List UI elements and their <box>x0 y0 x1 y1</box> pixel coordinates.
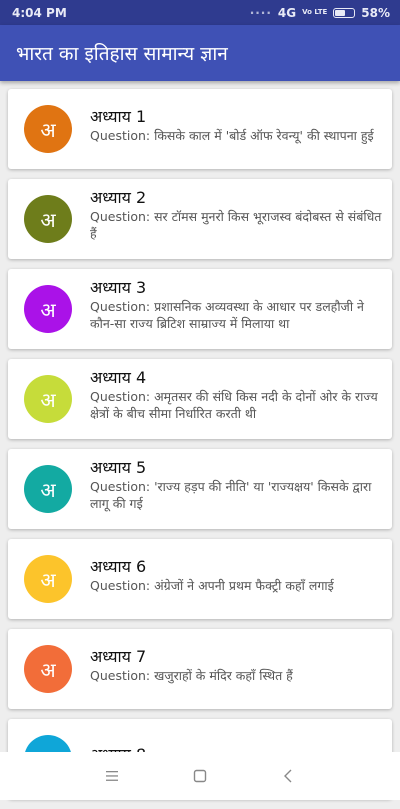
back-nav-icon[interactable] <box>279 767 297 785</box>
chapter-text: अध्याय 1 Question: किसके काल में 'बोर्ड ऑ… <box>90 107 384 144</box>
chapter-title: अध्याय 1 <box>90 106 147 126</box>
chapter-title: अध्याय 2 <box>90 188 147 207</box>
battery-level-fill <box>335 9 345 16</box>
chapter-title: अध्याय 3 <box>90 278 147 297</box>
home-nav-icon[interactable] <box>191 767 209 785</box>
chapter-question: Question: अंग्रेजों ने अपनी प्रथम फैक्ट्… <box>90 577 334 593</box>
app-bar: भारत का इतिहास सामान्य ज्ञान <box>0 25 400 81</box>
chapter-text: अध्याय 5 Question: 'राज्य हड़प की नीति' य… <box>90 458 384 512</box>
network-type: 4G <box>277 5 297 20</box>
chapter-avatar: अ <box>24 645 72 693</box>
volte-icon: Vo LTE <box>302 8 328 16</box>
chapter-question: Question: सर टॉमस मुनरो किस भूराजस्व बंद… <box>90 209 382 241</box>
chapter-avatar: अ <box>24 555 72 603</box>
chapter-card[interactable]: अ अध्याय 3 Question: प्रशासनिक अव्यवस्था क… <box>8 269 392 349</box>
chapter-avatar: अ <box>24 105 72 153</box>
chapter-question: Question: अमृतसर की संधि किस नदी के दोनो… <box>90 389 378 421</box>
chapter-text: अध्याय 2 Question: सर टॉमस मुनरो किस भूरा… <box>90 188 384 242</box>
chapter-title: अध्याय 5 <box>90 458 147 477</box>
menu-nav-icon[interactable] <box>103 767 121 785</box>
chapter-question: Question: किसके काल में 'बोर्ड ऑफ रेवन्य… <box>90 127 374 143</box>
status-time: 4:04 PM <box>12 5 67 20</box>
battery-percent: 58% <box>361 5 390 20</box>
chapter-text: अध्याय 7 Question: खजुराहों के मंदिर कहाँ… <box>90 647 384 684</box>
chapter-card[interactable]: अ अध्याय 1 Question: किसके काल में 'बोर्ड … <box>8 89 392 169</box>
chapter-title: अध्याय 4 <box>90 368 147 387</box>
chapter-question: Question: 'राज्य हड़प की नीति' या 'राज्य… <box>90 479 372 511</box>
chapter-card[interactable]: अ अध्याय 5 Question: 'राज्य हड़प की नीति' … <box>8 449 392 529</box>
status-indicators: ···· 4G Vo LTE 58% <box>250 6 390 20</box>
chapter-title: अध्याय 7 <box>90 646 147 666</box>
chapter-list: अ अध्याय 1 Question: किसके काल में 'बोर्ड … <box>8 89 392 809</box>
chapter-avatar: अ <box>24 195 72 243</box>
navigation-bar <box>0 752 400 800</box>
chapter-card[interactable]: अ अध्याय 6 Question: अंग्रेजों ने अपनी प्र… <box>8 539 392 619</box>
chapter-avatar: अ <box>24 285 72 333</box>
chapter-question: Question: प्रशासनिक अव्यवस्था के आधार पर… <box>90 299 364 331</box>
battery-icon <box>333 7 356 18</box>
status-bar: 4:04 PM ···· 4G Vo LTE 58% <box>0 0 400 25</box>
chapter-text: अध्याय 6 Question: अंग्रेजों ने अपनी प्रथ… <box>90 557 384 594</box>
chapter-card[interactable]: अ अध्याय 2 Question: सर टॉमस मुनरो किस भूर… <box>8 179 392 259</box>
cellular-signal-icon: ···· <box>249 5 272 20</box>
chapter-card[interactable]: अ अध्याय 7 Question: खजुराहों के मंदिर कहा… <box>8 629 392 709</box>
chapter-avatar: अ <box>24 375 72 423</box>
chapter-avatar: अ <box>24 465 72 513</box>
app-title: भारत का इतिहास सामान्य ज्ञान <box>16 43 228 65</box>
chapter-text: अध्याय 4 Question: अमृतसर की संधि किस नदी… <box>90 368 384 422</box>
chapter-question: Question: खजुराहों के मंदिर कहाँ स्थित ह… <box>90 667 293 683</box>
chapter-title: अध्याय 6 <box>90 556 147 576</box>
chapter-card[interactable]: अ अध्याय 4 Question: अमृतसर की संधि किस नद… <box>8 359 392 439</box>
chapter-text: अध्याय 3 Question: प्रशासनिक अव्यवस्था के… <box>90 278 384 332</box>
